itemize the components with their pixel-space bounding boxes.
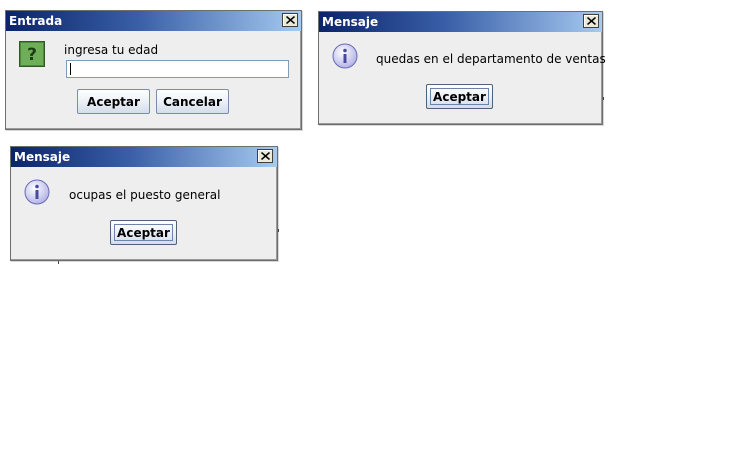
position-dialog-titlebar[interactable]: Mensaje	[11, 147, 277, 167]
input-dialog-accept-button[interactable]: Aceptar	[77, 89, 150, 114]
background-artifact	[58, 261, 59, 264]
input-dialog-close-button[interactable]	[282, 13, 298, 27]
department-dialog-message: quedas en el departamento de ventas	[376, 52, 606, 66]
question-icon: ?	[19, 41, 45, 67]
input-dialog-titlebar[interactable]: Entrada	[6, 11, 301, 31]
input-dialog: Entrada ? ingresa tu edad Aceptar Cancel…	[5, 10, 302, 130]
position-dialog-accept-button[interactable]: Aceptar	[110, 220, 177, 245]
position-dialog-message: ocupas el puesto general	[69, 188, 221, 202]
background-artifact	[603, 97, 604, 100]
position-dialog-accept-label: Aceptar	[117, 225, 170, 240]
close-icon	[286, 16, 295, 24]
input-dialog-accept-label: Aceptar	[87, 94, 140, 109]
age-input-field[interactable]	[66, 60, 289, 78]
information-icon	[24, 179, 50, 205]
position-message-dialog: Mensaje ocupas el puesto general Aceptar	[10, 146, 278, 261]
position-dialog-title: Mensaje	[14, 150, 71, 164]
department-dialog-accept-label: Aceptar	[433, 89, 486, 104]
close-icon	[261, 152, 270, 160]
department-dialog-titlebar[interactable]: Mensaje	[319, 12, 602, 32]
input-dialog-title: Entrada	[9, 14, 63, 28]
department-message-dialog: Mensaje quedas en el departamento de ven…	[318, 11, 606, 125]
department-dialog-title: Mensaje	[322, 15, 379, 29]
close-icon	[587, 17, 596, 25]
input-dialog-cancel-label: Cancelar	[163, 94, 222, 109]
text-caret	[70, 63, 71, 75]
department-dialog-close-button[interactable]	[583, 14, 599, 28]
background-artifact	[278, 229, 279, 232]
svg-text:?: ?	[27, 45, 37, 65]
input-dialog-prompt: ingresa tu edad	[64, 43, 159, 57]
input-dialog-cancel-button[interactable]: Cancelar	[156, 89, 229, 114]
information-icon	[332, 43, 358, 69]
position-dialog-close-button[interactable]	[257, 149, 273, 163]
department-dialog-accept-button[interactable]: Aceptar	[426, 84, 493, 109]
